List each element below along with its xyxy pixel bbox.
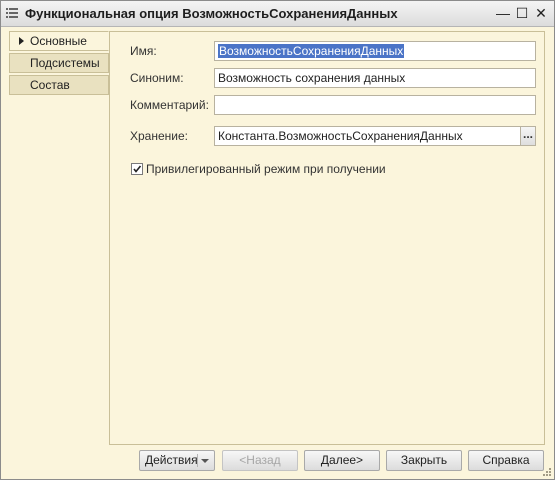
close-button[interactable]: Закрыть bbox=[386, 450, 462, 471]
actions-label: Действия bbox=[145, 453, 198, 467]
tab-label: Подсистемы bbox=[30, 56, 100, 70]
tab-subsystems[interactable]: Подсистемы bbox=[9, 53, 109, 73]
privileged-mode-checkbox[interactable] bbox=[131, 163, 143, 175]
synonym-field[interactable]: Возможность сохранения данных bbox=[214, 68, 536, 88]
chevron-down-icon bbox=[201, 459, 209, 463]
tab-composition[interactable]: Состав bbox=[9, 75, 109, 95]
tab-main[interactable]: Основные bbox=[9, 31, 109, 51]
window-title: Функциональная опция ВозможностьСохранен… bbox=[25, 6, 398, 21]
maximize-button[interactable]: ☐ bbox=[514, 5, 530, 21]
synonym-label: Синоним: bbox=[130, 71, 184, 85]
minimize-button[interactable]: — bbox=[495, 5, 511, 21]
help-button[interactable]: Справка bbox=[468, 450, 544, 471]
comment-field[interactable] bbox=[214, 95, 536, 115]
tab-label: Основные bbox=[30, 34, 87, 48]
minimize-icon: — bbox=[496, 5, 510, 21]
check-icon bbox=[133, 165, 142, 173]
back-button[interactable]: <Назад bbox=[222, 450, 298, 471]
storage-field[interactable]: Константа.ВозможностьСохраненияДанных bbox=[214, 126, 521, 146]
triangle-right-icon bbox=[19, 37, 24, 45]
name-value: ВозможностьСохраненияДанных bbox=[218, 44, 405, 58]
tab-label: Состав bbox=[30, 78, 70, 92]
maximize-icon: ☐ bbox=[515, 5, 529, 21]
close-icon: ✕ bbox=[535, 5, 547, 21]
list-icon bbox=[6, 7, 18, 19]
privileged-mode-label[interactable]: Привилегированный режим при получении bbox=[146, 162, 386, 176]
tab-list: Основные Подсистемы Состав bbox=[9, 31, 109, 445]
name-field[interactable]: ВозможностьСохраненияДанных bbox=[214, 41, 536, 61]
name-label: Имя: bbox=[130, 44, 157, 58]
resize-grip-icon[interactable] bbox=[542, 467, 552, 477]
comment-label: Комментарий: bbox=[130, 98, 209, 112]
functional-option-window: Функциональная опция ВозможностьСохранен… bbox=[0, 0, 555, 480]
tab-content-main: Имя: ВозможностьСохраненияДанных Синоним… bbox=[109, 31, 545, 445]
storage-label: Хранение: bbox=[130, 129, 188, 143]
actions-button[interactable]: Действия bbox=[139, 450, 215, 471]
title-bar[interactable]: Функциональная опция ВозможностьСохранен… bbox=[1, 1, 554, 27]
button-separator bbox=[197, 454, 198, 467]
close-window-button[interactable]: ✕ bbox=[533, 5, 549, 21]
next-button[interactable]: Далее> bbox=[304, 450, 380, 471]
storage-select-button[interactable]: ... bbox=[520, 126, 536, 146]
